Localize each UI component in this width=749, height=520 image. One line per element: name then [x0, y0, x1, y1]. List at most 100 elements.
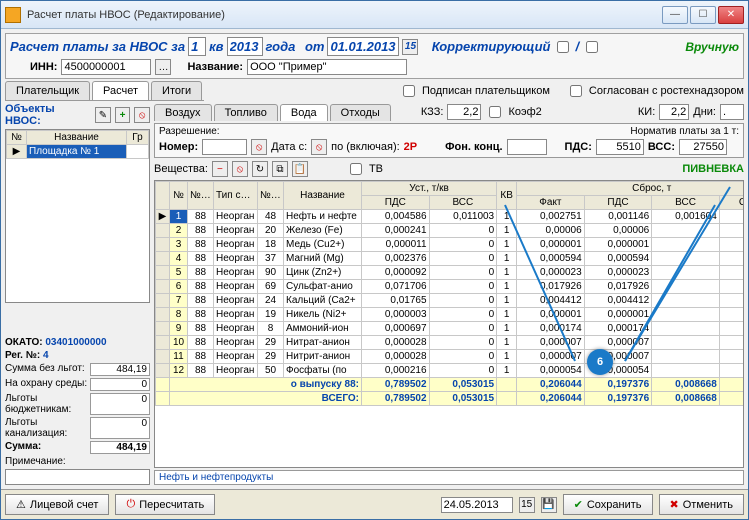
objects-row[interactable]: ▶ Площадка № 1: [7, 145, 149, 159]
sub-remove-icon[interactable]: −: [212, 161, 228, 177]
substances-grid[interactable]: №№ выпТип сброса№ вещНазваниеУст., т/квК…: [154, 180, 744, 468]
tv-label: ТВ: [369, 163, 383, 175]
note-label: Примечание:: [5, 456, 150, 467]
col-gr: Гр: [127, 131, 149, 145]
pds-label: ПДС:: [565, 141, 592, 153]
grid-row[interactable]: 988Неорган8Аммоний-ион0,000697010,000174…: [156, 322, 745, 336]
app-icon: [5, 7, 21, 23]
grid-row[interactable]: 288Неорган20Железо (Fe)0,000241010,00006…: [156, 224, 745, 238]
warning-icon: ⚠: [16, 498, 26, 511]
main-tab-1[interactable]: Расчет: [92, 81, 149, 100]
dni-input[interactable]: [720, 104, 744, 120]
date-from-clear-icon[interactable]: ⦸: [311, 139, 327, 155]
footer-date-picker-icon[interactable]: 15: [519, 497, 535, 513]
quarter-unit: кв: [209, 39, 223, 54]
pds-input[interactable]: [596, 139, 644, 155]
inn-input[interactable]: [61, 59, 151, 75]
kz-input[interactable]: [447, 104, 481, 120]
annotation-badge: 6: [587, 349, 613, 375]
grid-row[interactable]: 788Неорган24Кальций (Ca2+0,01765010,0044…: [156, 294, 745, 308]
signed-label: Подписан плательщиком: [422, 85, 550, 97]
check-icon: ✔: [574, 498, 583, 511]
sub-tab-0[interactable]: Воздух: [154, 104, 212, 121]
reg-value: 4: [43, 350, 49, 361]
sub-ban-icon[interactable]: ⦸: [232, 161, 248, 177]
recalc-button[interactable]: ⏻Пересчитать: [115, 494, 215, 515]
cross-icon: ✖: [670, 498, 679, 511]
lgk-value: 0: [90, 417, 150, 439]
okato-value: 03401000000: [45, 337, 106, 348]
quarter-input[interactable]: [188, 37, 206, 56]
sub-refresh-icon[interactable]: ↻: [252, 161, 268, 177]
tv-checkbox[interactable]: [350, 163, 362, 175]
fon-input[interactable]: [507, 139, 547, 155]
year-input[interactable]: [227, 37, 263, 56]
save-button[interactable]: ✔Сохранить: [563, 494, 653, 515]
grid-row[interactable]: 1088Неорган29Нитрат-анион0,000028010,000…: [156, 336, 745, 350]
okato-label: ОКАТО:: [5, 337, 43, 348]
koef2-checkbox[interactable]: [489, 106, 501, 118]
date-to-label: по (включая):: [331, 141, 400, 153]
sub-paste-icon[interactable]: 📋: [292, 161, 308, 177]
sum-label: Сумма:: [5, 441, 41, 454]
permit-number-input[interactable]: [202, 139, 247, 155]
ohr-value: 0: [90, 378, 150, 391]
grid-row[interactable]: 688Неорган69Сульфат-анио0,071706010,0179…: [156, 280, 745, 294]
dni-label: Дни:: [693, 106, 716, 118]
ki-label: КИ:: [638, 106, 655, 118]
ohr-label: На охрану среды:: [5, 378, 87, 391]
objects-add-icon[interactable]: +: [115, 107, 131, 123]
vss-input[interactable]: [679, 139, 727, 155]
footer-date-input[interactable]: [441, 497, 513, 513]
minimize-button[interactable]: —: [662, 6, 688, 24]
reg-label: Рег. №:: [5, 350, 40, 361]
objects-edit-icon[interactable]: ✎: [95, 107, 111, 123]
cancel-button[interactable]: ✖Отменить: [659, 494, 744, 515]
main-tab-0[interactable]: Плательщик: [5, 81, 90, 100]
note-input[interactable]: [5, 469, 150, 485]
vss-label: ВСС:: [648, 141, 675, 153]
grid-row[interactable]: 1288Неорган50Фосфаты (по0,000216010,0000…: [156, 364, 745, 378]
correcting-checkbox[interactable]: [557, 41, 569, 53]
save-disk-icon[interactable]: 💾: [541, 497, 557, 513]
close-button[interactable]: ✕: [718, 6, 744, 24]
col-n: №: [7, 131, 27, 145]
sub-copy-icon[interactable]: ⧉: [272, 161, 288, 177]
grid-row[interactable]: 488Неорган37Магний (Mg)0,002376010,00059…: [156, 252, 745, 266]
titlebar: Расчет платы НВОС (Редактирование) — ☐ ✕: [1, 1, 748, 29]
sub-tab-2[interactable]: Вода: [280, 104, 328, 121]
permit-clear-icon[interactable]: ⦸: [251, 139, 267, 155]
main-tab-2[interactable]: Итоги: [151, 81, 202, 100]
lgb-value: 0: [90, 393, 150, 415]
signed-checkbox[interactable]: [403, 85, 415, 97]
company-name-input[interactable]: [247, 59, 407, 75]
objects-del-icon[interactable]: ⦸: [134, 107, 150, 123]
maximize-button[interactable]: ☐: [690, 6, 716, 24]
lgk-label: Льготы канализация:: [5, 417, 90, 439]
sub-tab-3[interactable]: Отходы: [330, 104, 391, 121]
norm-label: Норматив платы за 1 т:: [630, 126, 739, 137]
correcting-checkbox-2[interactable]: [586, 41, 598, 53]
perm-label: Разрешение:: [159, 126, 220, 137]
lgb-label: Льготы бюджетникам:: [5, 393, 90, 415]
date-picker-icon[interactable]: 15: [402, 39, 418, 55]
grid-row[interactable]: 588Неорган90Цинк (Zn2+)0,000092010,00002…: [156, 266, 745, 280]
ki-input[interactable]: [659, 104, 689, 120]
inn-lookup-button[interactable]: …: [155, 59, 171, 75]
grid-row[interactable]: 1188Неорган29Нитрит-анион0,000028010,000…: [156, 350, 745, 364]
sum-nollg-value: 484,19: [90, 363, 150, 376]
grid-row[interactable]: 388Неорган18Медь (Cu2+)0,000011010,00000…: [156, 238, 745, 252]
fon-label: Фон. конц.: [445, 141, 502, 153]
sub-tabs: ВоздухТопливоВодаОтходы: [154, 104, 393, 121]
objects-label: Объекты НВОС:: [5, 103, 91, 127]
name-label: Название:: [187, 61, 243, 73]
sub-tab-1[interactable]: Топливо: [214, 104, 278, 121]
manual-label: Вручную: [685, 40, 739, 54]
agreed-checkbox[interactable]: [570, 85, 582, 97]
grid-row[interactable]: ▶188Неорган48Нефть и нефте0,0045860,0110…: [156, 210, 745, 224]
permit-number-label: Номер:: [159, 141, 198, 153]
objects-grid[interactable]: № Название Гр ▶ Площадка № 1: [5, 129, 150, 303]
from-date-input[interactable]: [327, 37, 399, 56]
account-button[interactable]: ⚠Лицевой счет: [5, 494, 109, 515]
grid-row[interactable]: 888Неорган19Никель (Ni2+0,000003010,0000…: [156, 308, 745, 322]
